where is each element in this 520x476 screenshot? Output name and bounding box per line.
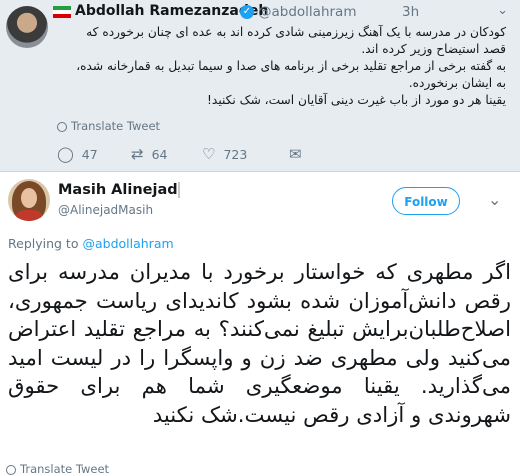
main-tweet-text: اگر مطهری که خواستار برخورد با مدیران مد… xyxy=(8,259,511,427)
replying-to-handle-link[interactable]: @abdollahram xyxy=(82,236,173,251)
verified-badge-icon: ✓ xyxy=(240,5,254,19)
chevron-down-icon[interactable]: ⌄ xyxy=(497,3,508,18)
tweet-actions: ◯ 47 ⇄ 64 ♡ 723 ✉ xyxy=(57,146,357,162)
main-author-handle[interactable]: @AlinejadMasih xyxy=(58,203,153,217)
reply-icon: ◯ xyxy=(57,145,74,163)
quoted-author-avatar[interactable] xyxy=(6,6,48,48)
follow-button[interactable]: Follow xyxy=(392,187,460,215)
divider xyxy=(178,182,180,198)
retweet-button[interactable]: ⇄ 64 xyxy=(131,146,167,162)
iran-flag-icon xyxy=(53,6,71,18)
reply-count: 47 xyxy=(81,146,98,162)
quoted-tweet-line: به گفته برخی از مراجع تقلید برخی از برنا… xyxy=(76,59,506,90)
replying-to: Replying to @abdollahram xyxy=(8,236,174,251)
quoted-tweet-time[interactable]: 3h xyxy=(402,4,419,20)
retweet-icon: ⇄ xyxy=(131,145,144,163)
reply-button[interactable]: ◯ 47 xyxy=(57,146,98,162)
quoted-tweet-line: کودکان در مدرسه با یک آهنگ زیرزمینی شادی… xyxy=(86,25,506,56)
like-button[interactable]: ♡ 723 xyxy=(202,146,247,162)
quoted-translate-link[interactable]: Translate Tweet xyxy=(57,119,160,133)
replying-to-prefix: Replying to xyxy=(8,236,79,251)
like-count: 723 xyxy=(223,146,248,162)
direct-message-button[interactable]: ✉ xyxy=(289,146,302,162)
quoted-tweet-line: یقینا هر دو مورد از باب غیرت دینی آقایان… xyxy=(207,93,506,107)
main-author-name[interactable]: Masih Alinejad xyxy=(58,182,178,198)
globe-icon xyxy=(57,122,67,132)
heart-icon: ♡ xyxy=(202,145,216,163)
retweet-count: 64 xyxy=(151,146,168,162)
quoted-tweet-card[interactable]: Abdollah Ramezanzadeh ✓ @abdollahram 3h … xyxy=(0,0,520,172)
quoted-author-handle[interactable]: @abdollahram xyxy=(258,4,356,20)
chevron-down-icon[interactable]: ⌄ xyxy=(488,190,501,209)
main-author-avatar[interactable] xyxy=(8,179,50,221)
mail-icon: ✉ xyxy=(289,145,302,163)
quoted-translate-label: Translate Tweet xyxy=(71,119,161,133)
quoted-tweet-text: کودکان در مدرسه با یک آهنگ زیرزمینی شادی… xyxy=(76,24,506,109)
